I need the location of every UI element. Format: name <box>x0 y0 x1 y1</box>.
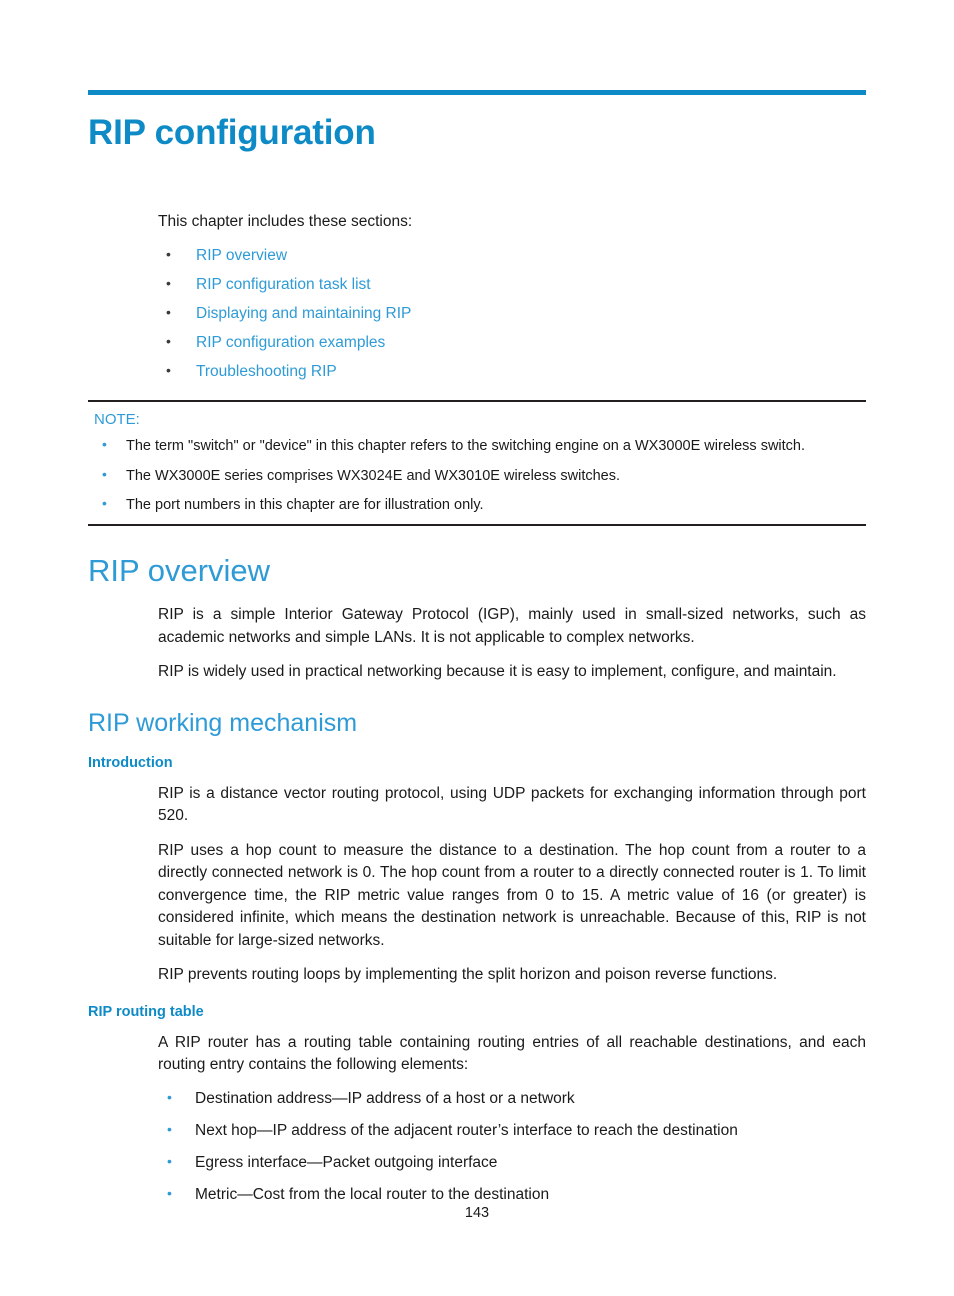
section-link-rip-configuration-examples[interactable]: RIP configuration examples <box>196 334 385 351</box>
chapter-title-rule <box>88 90 866 95</box>
page-content: RIP configuration This chapter includes … <box>88 0 866 1217</box>
rip-overview-body: RIP is a simple Interior Gateway Protoco… <box>158 604 866 683</box>
heading-rip-routing-table: RIP routing table <box>88 1004 204 1021</box>
paragraph: RIP is a distance vector routing protoco… <box>158 784 866 825</box>
note-item: The port numbers in this chapter are for… <box>94 494 866 515</box>
introduction-body: RIP is a distance vector routing protoco… <box>158 783 866 987</box>
paragraph: RIP is widely used in practical networki… <box>158 663 837 681</box>
paragraph: RIP uses a hop count to measure the dist… <box>158 841 866 949</box>
list-item: Egress interface—Packet outgoing interfa… <box>158 1152 866 1173</box>
chapter-intro-lead: This chapter includes these sections: <box>158 213 413 231</box>
note-item: The term "switch" or "device" in this ch… <box>94 435 866 456</box>
routing-entry-elements-list: Destination address—IP address of a host… <box>158 1088 866 1206</box>
paragraph: RIP prevents routing loops by implementi… <box>158 965 778 983</box>
chapter-sections-list: RIP overview RIP configuration task list… <box>158 245 866 383</box>
heading-rip-overview: RIP overview <box>88 553 271 589</box>
note-box: NOTE: The term "switch" or "device" in t… <box>88 400 866 527</box>
section-link-displaying-and-maintaining-rip[interactable]: Displaying and maintaining RIP <box>196 305 411 322</box>
routing-table-body: A RIP router has a routing table contain… <box>158 1032 866 1206</box>
document-page: RIP configuration This chapter includes … <box>0 0 954 1296</box>
list-item: Troubleshooting RIP <box>158 361 866 382</box>
list-item: RIP overview <box>158 245 866 266</box>
note-items-list: The term "switch" or "device" in this ch… <box>88 435 866 515</box>
heading-introduction: Introduction <box>88 755 173 772</box>
section-link-rip-configuration-task-list[interactable]: RIP configuration task list <box>196 276 371 293</box>
section-link-rip-overview[interactable]: RIP overview <box>196 247 287 264</box>
note-label: NOTE: <box>94 411 140 429</box>
page-number: 143 <box>464 1205 490 1221</box>
note-item: The WX3000E series comprises WX3024E and… <box>94 465 866 486</box>
section-link-troubleshooting-rip[interactable]: Troubleshooting RIP <box>196 363 337 380</box>
list-item: RIP configuration examples <box>158 332 866 353</box>
list-item: Destination address—IP address of a host… <box>158 1088 866 1109</box>
chapter-title: RIP configuration <box>88 113 376 152</box>
list-item: RIP configuration task list <box>158 274 866 295</box>
heading-rip-working-mechanism: RIP working mechanism <box>88 708 358 737</box>
list-item: Next hop—IP address of the adjacent rout… <box>158 1120 866 1141</box>
chapter-intro-block: This chapter includes these sections: RI… <box>158 211 866 382</box>
paragraph: RIP is a simple Interior Gateway Protoco… <box>158 606 866 646</box>
list-item: Metric—Cost from the local router to the… <box>158 1184 866 1205</box>
list-item: Displaying and maintaining RIP <box>158 303 866 324</box>
paragraph: A RIP router has a routing table contain… <box>158 1033 866 1074</box>
